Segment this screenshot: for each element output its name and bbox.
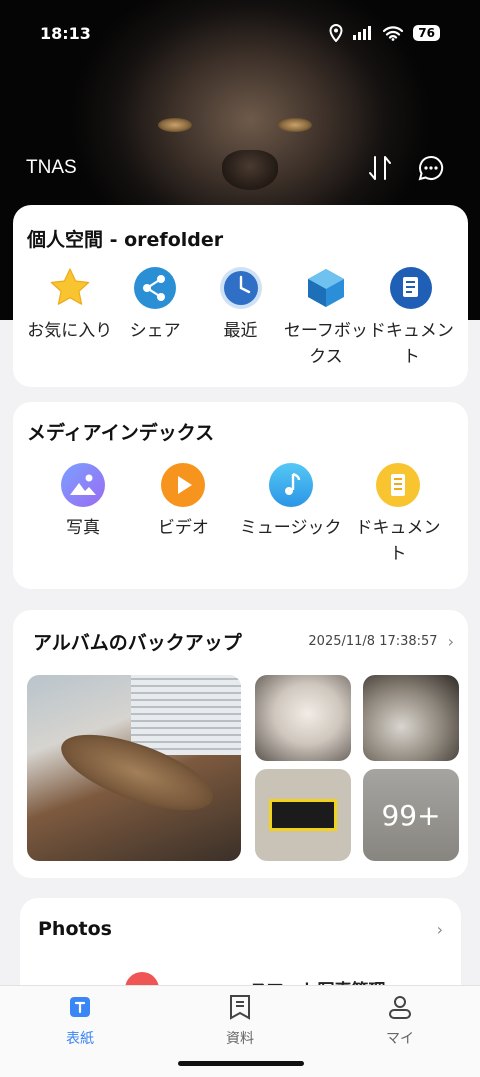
photos-header: Photos › (38, 918, 443, 940)
tile-label: ドキュメント (355, 518, 441, 564)
nav-label: 表紙 (66, 1031, 94, 1047)
album-backup-meta: 2025/11/8 17:38:57 › (308, 632, 454, 651)
location-icon (329, 24, 343, 42)
photo-thumbnail[interactable] (27, 675, 241, 861)
photo-grid: 99+ (27, 675, 459, 863)
media-index-card: メディアインデックス 写真 ビデオ ミュージック ドキュメント (13, 402, 468, 589)
media-index-grid: 写真 ビデオ ミュージック ドキュメント (27, 463, 454, 567)
cube-icon (307, 269, 344, 307)
photo-thumbnail-sticker (269, 799, 337, 831)
document-icon (375, 463, 420, 507)
play-icon (161, 463, 206, 507)
transfer-icon[interactable] (368, 155, 392, 181)
hero-actions (368, 155, 444, 181)
tile-documents[interactable]: ドキュメント (369, 266, 454, 370)
tile-label: ビデオ (157, 518, 209, 538)
nav-label: マイ (386, 1031, 414, 1047)
chevron-right-icon[interactable]: › (437, 920, 443, 939)
tile-label: ドキュメント (368, 321, 454, 367)
tile-photos[interactable]: 写真 (35, 463, 131, 567)
document-icon (390, 267, 433, 309)
nav-tab-cover[interactable]: 表紙 (30, 994, 130, 1048)
tile-label: 最近 (223, 321, 258, 341)
photo-thumbnail[interactable] (255, 769, 351, 861)
message-icon[interactable] (418, 155, 444, 181)
star-icon (50, 268, 89, 305)
wifi-icon (383, 25, 404, 41)
tile-safebox[interactable]: セーフボックス (283, 266, 368, 370)
personal-space-title: 個人空間 - orefolder (27, 229, 224, 251)
tile-share[interactable]: シェア (112, 266, 197, 370)
clock-icon (219, 267, 262, 309)
photo-icon (61, 463, 105, 507)
tile-label: お気に入り (27, 321, 113, 341)
tile-label: ミュージック (239, 518, 342, 538)
personal-space-grid: お気に入り シェア 最近 セーフボックス ドキュメント (27, 266, 454, 370)
status-icons: 76 (329, 24, 440, 42)
share-icon (134, 267, 177, 309)
album-backup-card[interactable]: アルバムのバックアップ 2025/11/8 17:38:57 › 99+ (13, 610, 468, 878)
device-title: TNAS (26, 157, 77, 178)
nav-tab-my[interactable]: マイ (350, 994, 450, 1048)
status-bar: 18:13 76 (0, 18, 480, 48)
status-time: 18:13 (40, 24, 91, 43)
battery-indicator: 76 (413, 25, 440, 41)
nav-tab-files[interactable]: 資料 (190, 994, 290, 1048)
signal-icon (353, 26, 372, 40)
album-backup-title: アルバムのバックアップ (33, 632, 242, 654)
user-icon (389, 996, 411, 1019)
tile-favorites[interactable]: お気に入り (27, 266, 112, 370)
photo-thumbnail[interactable] (255, 675, 351, 761)
tile-media-documents[interactable]: ドキュメント (350, 463, 446, 567)
photo-thumbnail[interactable] (363, 675, 459, 761)
home-indicator (178, 1061, 304, 1066)
book-icon (230, 995, 250, 1020)
chevron-right-icon[interactable]: › (448, 632, 454, 651)
photos-title: Photos (38, 918, 112, 940)
hero-image-nose (222, 150, 278, 190)
tile-recent[interactable]: 最近 (198, 266, 283, 370)
backup-timestamp: 2025/11/8 17:38:57 (308, 634, 438, 649)
tile-label: セーフボックス (283, 321, 368, 367)
photo-thumbnail-window (131, 675, 241, 755)
more-photos-count: 99+ (363, 769, 459, 861)
photo-thumbnail-more[interactable]: 99+ (363, 769, 459, 861)
tile-label: 写真 (66, 518, 100, 538)
media-index-title: メディアインデックス (27, 422, 215, 444)
tile-music[interactable]: ミュージック (236, 463, 346, 567)
tile-video[interactable]: ビデオ (135, 463, 231, 567)
music-icon (268, 463, 313, 507)
tile-label: シェア (129, 321, 181, 341)
hero-image-eye (278, 118, 312, 132)
album-backup-header: アルバムのバックアップ 2025/11/8 17:38:57 › (27, 628, 454, 655)
personal-space-card: 個人空間 - orefolder お気に入り シェア 最近 セーフボックス ドキ… (13, 205, 468, 387)
hero-image-eye (158, 118, 192, 132)
nav-label: 資料 (226, 1031, 254, 1047)
home-tab-icon (70, 997, 90, 1017)
